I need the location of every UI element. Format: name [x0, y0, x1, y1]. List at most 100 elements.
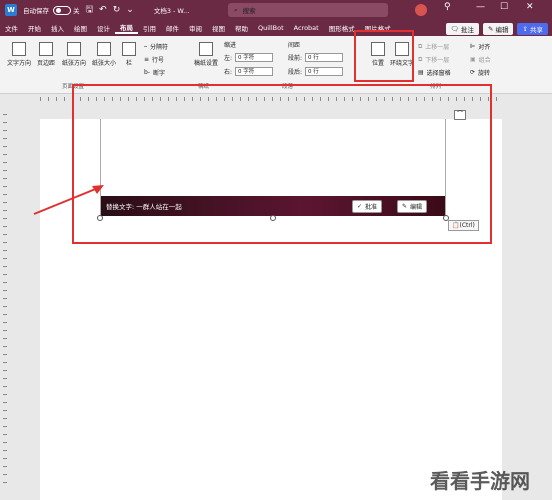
tab-view[interactable]: 视图 [207, 23, 230, 33]
orientation-label: 纸张方向 [61, 60, 86, 67]
pencil-icon: ✎ [487, 25, 494, 33]
send-backward-label: 下移一层 [425, 57, 450, 64]
space-after-label: 段后: [288, 69, 303, 76]
size-icon [97, 42, 111, 56]
rotate-label: 旋转 [478, 70, 491, 77]
align-icon: ⊫ [470, 43, 476, 50]
group-button[interactable]: ▣ 组合 [470, 55, 491, 64]
search-placeholder: 搜索 [242, 7, 256, 15]
breaks-label: 分隔符 [150, 44, 169, 51]
vertical-ruler[interactable] [0, 104, 10, 500]
undo-icon[interactable]: ↶ [99, 5, 107, 15]
minimize-button[interactable]: — [476, 2, 485, 12]
spacing-heading: 间距 [288, 42, 301, 49]
columns-button[interactable]: 栏 [120, 42, 138, 67]
group-icon: ▣ [470, 56, 476, 63]
selection-pane-label: 选择窗格 [426, 70, 451, 77]
selection-pane-button[interactable]: ▤ 选择窗格 [418, 68, 451, 77]
line-numbers-button[interactable]: ≡ 行号 [144, 55, 164, 64]
customize-toolbar-icon[interactable]: ⌄ [126, 5, 134, 15]
indent-right-value[interactable]: 0 字符 [235, 67, 274, 76]
lightbulb-icon[interactable]: ⚲ [444, 2, 451, 12]
margins-icon [39, 42, 53, 56]
tab-insert[interactable]: 插入 [46, 23, 69, 33]
columns-label: 栏 [125, 60, 132, 67]
hyphenation-button[interactable]: b‑ 断字 [144, 68, 165, 77]
space-after-field[interactable]: 段后: 0 行 [288, 67, 344, 76]
autosave-state: 关 [73, 7, 80, 15]
indent-left-label: 左: [224, 55, 233, 62]
size-label: 纸张大小 [91, 60, 116, 67]
share-button[interactable]: ⇪ 共享 [517, 23, 548, 35]
indent-left-field[interactable]: 左: 0 字符 [224, 53, 274, 62]
draft-settings-icon [199, 42, 213, 56]
orientation-button[interactable]: 纸张方向 [60, 42, 88, 67]
text-direction-label: 文字方向 [6, 60, 31, 67]
bring-forward-label: 上移一层 [425, 44, 450, 51]
space-before-label: 段前: [288, 55, 303, 62]
comments-button[interactable]: 🗨 批注 [445, 23, 479, 35]
vruler-ticks [3, 114, 7, 484]
highlight-box-document [72, 84, 492, 244]
annotation-arrow [33, 185, 104, 215]
maximize-button[interactable]: ☐ [500, 2, 508, 12]
group-label: 组合 [478, 57, 491, 64]
indent-heading: 缩进 [224, 42, 237, 49]
space-after-value[interactable]: 0 行 [305, 67, 344, 76]
tab-layout[interactable]: 布局 [115, 22, 138, 34]
autosave-toggle[interactable] [53, 5, 71, 15]
indent-right-field[interactable]: 右: 0 字符 [224, 67, 274, 76]
search-icon: ⌕ [234, 5, 238, 14]
tab-quillbot[interactable]: QuillBot [253, 24, 289, 32]
orientation-icon [67, 42, 81, 56]
tab-home[interactable]: 开始 [23, 23, 46, 33]
margins-button[interactable]: 页边距 [34, 42, 58, 67]
highlight-box-ribbon [354, 30, 414, 82]
indent-left-value[interactable]: 0 字符 [235, 53, 274, 62]
size-button[interactable]: 纸张大小 [90, 42, 118, 67]
word-app-icon: W [5, 4, 17, 16]
editing-button[interactable]: ✎ 编辑 [482, 23, 514, 35]
send-backward-button[interactable]: ⧉ 下移一层 [418, 55, 450, 65]
tab-file[interactable]: 文件 [0, 23, 23, 33]
rotate-button[interactable]: ⟳ 旋转 [470, 68, 490, 77]
space-before-value[interactable]: 0 行 [305, 53, 344, 62]
draft-settings-label: 稿纸设置 [194, 60, 219, 67]
tab-acrobat[interactable]: Acrobat [289, 24, 324, 32]
rotate-icon: ⟳ [470, 69, 476, 76]
selection-pane-icon: ▤ [418, 69, 424, 76]
autosave-label: 自动保存 [23, 7, 49, 15]
indent-right-label: 右: [224, 69, 233, 76]
bring-forward-icon: ⧉ [418, 42, 423, 50]
arrow-line [33, 187, 99, 215]
tab-references[interactable]: 引用 [138, 23, 161, 33]
text-direction-button[interactable]: 文字方向 [6, 42, 32, 67]
comment-icon: 🗨 [450, 25, 459, 33]
tab-draw[interactable]: 绘图 [69, 23, 92, 33]
hyphenation-label: 断字 [152, 70, 165, 77]
text-direction-icon [12, 42, 26, 56]
breaks-button[interactable]: ⎯ 分隔符 [144, 42, 169, 52]
draft-settings-button[interactable]: 稿纸设置 [194, 42, 218, 67]
close-button[interactable]: ✕ [526, 2, 534, 12]
margins-label: 页边距 [36, 60, 55, 67]
hyphenation-icon: b‑ [144, 69, 150, 76]
columns-icon [122, 42, 136, 56]
save-icon[interactable]: 🖫 [86, 2, 94, 18]
tab-review[interactable]: 审阅 [184, 23, 207, 33]
space-before-field[interactable]: 段前: 0 行 [288, 53, 344, 62]
bring-forward-button[interactable]: ⧉ 上移一层 [418, 42, 450, 52]
comments-label: 批注 [460, 26, 474, 34]
line-numbers-label: 行号 [152, 57, 165, 64]
tab-mailings[interactable]: 邮件 [161, 23, 184, 33]
align-label: 对齐 [478, 44, 491, 51]
align-button[interactable]: ⊫ 对齐 [470, 42, 490, 51]
search-box[interactable]: ⌕ 搜索 [228, 3, 388, 17]
send-backward-icon: ⧉ [418, 55, 423, 63]
account-avatar[interactable] [415, 4, 427, 16]
editing-label: 编辑 [495, 26, 509, 34]
redo-icon[interactable]: ↻ [113, 5, 121, 15]
tab-help[interactable]: 帮助 [230, 23, 253, 33]
tab-design[interactable]: 设计 [92, 23, 115, 33]
watermark-logo: 看看手游网 [430, 469, 530, 493]
